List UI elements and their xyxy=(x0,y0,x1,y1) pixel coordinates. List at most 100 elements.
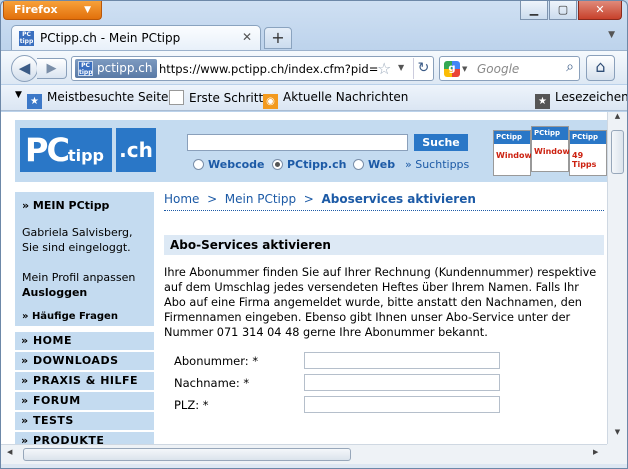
tab-title: PCtipp.ch - Mein PCtipp xyxy=(40,31,181,45)
url-bar[interactable]: PC tipp pctipp.ch https://www.pctipp.ch/i… xyxy=(71,56,434,81)
logo-pc-text: PC xyxy=(25,131,70,169)
close-tab-icon[interactable]: ✕ xyxy=(242,30,252,44)
bookmarks-toolbar: ▼ ★ Meistbesuchte Seiten Erste Schritte ◉… xyxy=(1,85,628,111)
faq-link[interactable]: » Häufige Fragen xyxy=(22,309,147,324)
breadcrumb: Home > Mein PCtipp > Aboservices aktivie… xyxy=(164,192,604,211)
bookmark-label: Erste Schritte xyxy=(189,91,271,105)
new-tab-button[interactable]: + xyxy=(264,27,292,49)
bookmark-getting-started[interactable]: Erste Schritte xyxy=(169,90,271,105)
back-button[interactable]: ◀ xyxy=(11,55,38,82)
magazine-cover[interactable]: PCtipp Windows xyxy=(493,130,537,176)
url-dropdown-icon[interactable]: ▼ xyxy=(398,63,404,72)
page-icon xyxy=(169,90,184,105)
maximize-button[interactable]: ▢ xyxy=(549,1,577,20)
magazine-tagline: Windows xyxy=(534,147,575,156)
radio-label: PCtipp.ch xyxy=(287,158,347,171)
magazine-cover[interactable]: PCtipp 49 Tipps xyxy=(569,130,607,176)
account-box: » MEIN PCtipp Gabriela Salvisberg, Sie s… xyxy=(15,192,154,326)
google-icon[interactable]: g xyxy=(444,61,460,77)
left-sidebar: » MEIN PCtipp Gabriela Salvisberg, Sie s… xyxy=(15,192,154,444)
breadcrumb-home[interactable]: Home xyxy=(164,192,199,206)
menu-item-downloads[interactable]: DOWNLOADS xyxy=(15,352,154,370)
bookmark-star-icon[interactable]: ☆ xyxy=(377,59,391,78)
sidebar-title: » MEIN PCtipp xyxy=(22,199,110,212)
search-box[interactable]: g ▼ Google ⌕ xyxy=(439,56,580,81)
scroll-up-icon[interactable]: ▲ xyxy=(608,112,627,128)
magazine-cover[interactable]: PCtipp Windows xyxy=(531,126,575,172)
bookmark-most-visited[interactable]: ★ Meistbesuchte Seiten xyxy=(27,90,176,109)
main-menu: HOME DOWNLOADS PRAXIS & HILFE FORUM TEST… xyxy=(15,332,154,444)
page-viewport: PCtipp .ch Suche Webcode PCtipp.ch Web »… xyxy=(1,112,607,444)
navigation-toolbar: ◀ ▶ PC tipp pctipp.ch https://www.pctipp.… xyxy=(1,50,627,84)
firefox-menu-button[interactable]: Firefox ▼ xyxy=(3,1,102,20)
bookmarks-menu-label: Lesezeichen xyxy=(555,90,628,104)
site-identity-button[interactable]: PC tipp pctipp.ch xyxy=(75,59,157,78)
plz-label: PLZ: * xyxy=(174,398,209,412)
plz-input[interactable] xyxy=(304,396,500,413)
browser-window: Firefox ▼ ▁ ▢ ✕ PC tipp PCtipp.ch - Mein P… xyxy=(0,0,628,469)
scroll-down-icon[interactable]: ▼ xyxy=(608,428,627,444)
horizontal-scrollbar[interactable]: ◀ ▶ xyxy=(1,444,607,464)
breadcrumb-current: Aboservices aktivieren xyxy=(321,192,476,206)
close-window-button[interactable]: ✕ xyxy=(578,1,622,20)
logo-tipp-text: tipp xyxy=(67,146,104,165)
engine-dropdown-icon[interactable]: ▼ xyxy=(462,65,467,73)
bookmark-label: Meistbesuchte Seiten xyxy=(47,90,177,104)
site-search-input[interactable] xyxy=(187,134,408,151)
vertical-scrollbar[interactable]: ▲ ▼ xyxy=(607,112,627,444)
pctipp-favicon-icon: PC tipp xyxy=(19,31,34,46)
menu-item-forum[interactable]: FORUM xyxy=(15,392,154,410)
menu-item-praxis[interactable]: PRAXIS & HILFE xyxy=(15,372,154,390)
radio-web[interactable]: Web xyxy=(353,158,395,171)
radio-circle[interactable] xyxy=(193,159,204,170)
site-search-button[interactable]: Suche xyxy=(414,134,468,151)
bookmarks-menu-chevron-icon[interactable]: ▼ xyxy=(15,90,22,100)
nachname-input[interactable] xyxy=(304,374,500,391)
vertical-scroll-thumb[interactable] xyxy=(611,130,624,174)
reload-button[interactable]: ↻ xyxy=(413,58,433,79)
radio-label: Webcode xyxy=(208,158,265,171)
site-header: PCtipp .ch Suche Webcode PCtipp.ch Web »… xyxy=(15,120,607,182)
radio-circle-selected[interactable] xyxy=(272,159,283,170)
bookmarks-icon: ★ xyxy=(535,94,550,109)
magnifier-icon[interactable]: ⌕ xyxy=(566,59,574,75)
abo-form: Abonummer: * Nachname: * PLZ: * xyxy=(164,340,604,413)
status-bar xyxy=(1,464,627,468)
url-text[interactable]: https://www.pctipp.ch/index.cfm?pid=1· xyxy=(159,62,379,76)
search-tips-link[interactable]: » Suchtipps xyxy=(405,158,469,171)
radio-pctipp[interactable]: PCtipp.ch xyxy=(272,158,346,171)
scroll-right-icon[interactable]: ▶ xyxy=(593,448,598,456)
user-name: Gabriela Salvisberg, xyxy=(22,226,133,239)
profile-link[interactable]: Mein Profil anpassen xyxy=(22,270,147,285)
abonummer-label: Abonummer: * xyxy=(174,354,259,368)
logout-link[interactable]: Ausloggen xyxy=(22,285,147,300)
bookmark-folder-icon: ★ xyxy=(27,94,42,109)
breadcrumb-mein-pctipp[interactable]: Mein PCtipp xyxy=(225,192,296,206)
radio-circle[interactable] xyxy=(353,159,364,170)
rss-feed-icon: ◉ xyxy=(263,94,278,109)
forward-button[interactable]: ▶ xyxy=(37,58,67,79)
scroll-left-icon[interactable]: ◀ xyxy=(7,448,12,456)
menu-item-tests[interactable]: TESTS xyxy=(15,412,154,430)
bookmarks-menu-button[interactable]: ★ Lesezeichen xyxy=(535,90,628,109)
radio-webcode[interactable]: Webcode xyxy=(193,158,265,171)
menu-item-produkte[interactable]: PRODUKTE xyxy=(15,432,154,444)
magazine-title: PCtipp xyxy=(572,133,599,141)
bookmark-label: Aktuelle Nachrichten xyxy=(283,90,409,104)
tab-pctipp[interactable]: PC tipp PCtipp.ch - Mein PCtipp ✕ xyxy=(11,25,261,50)
logo-ch-text: .ch xyxy=(116,128,156,172)
minimize-button[interactable]: ▁ xyxy=(520,1,548,20)
magazine-tagline: Windows xyxy=(496,151,537,160)
horizontal-scroll-thumb[interactable] xyxy=(23,448,351,461)
page-title: Abo-Services aktivieren xyxy=(164,235,604,255)
tab-list-icon[interactable]: ▼ xyxy=(608,30,615,40)
search-input[interactable]: Google xyxy=(477,62,519,76)
magazine-covers[interactable]: PCtipp Windows PCtipp Windows PCtipp 49 Tip… xyxy=(493,126,607,180)
bookmark-latest-news[interactable]: ◉ Aktuelle Nachrichten xyxy=(263,90,408,109)
menu-item-home[interactable]: HOME xyxy=(15,332,154,350)
logo-pc: PCtipp xyxy=(20,128,112,172)
main-content: Home > Mein PCtipp > Aboservices aktivie… xyxy=(164,192,604,413)
radio-label: Web xyxy=(368,158,396,171)
abonummer-input[interactable] xyxy=(304,352,500,369)
home-button[interactable]: ⌂ xyxy=(586,55,615,81)
